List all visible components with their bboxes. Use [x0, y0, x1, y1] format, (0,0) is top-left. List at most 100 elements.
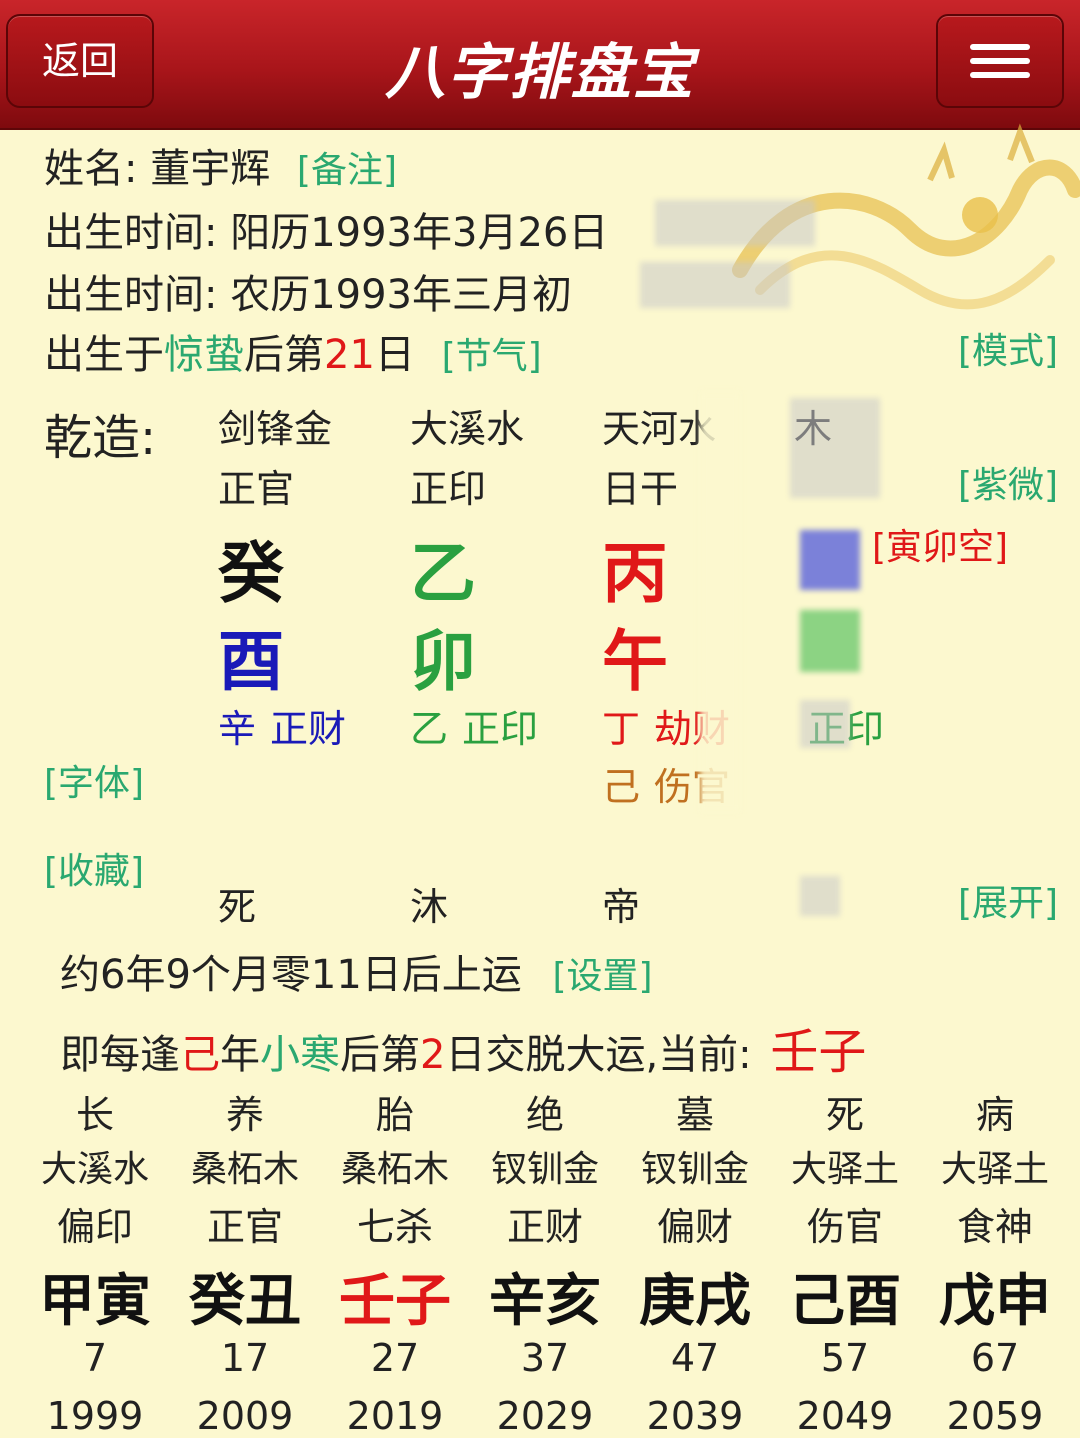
- dayun-ganzhi[interactable]: 辛亥: [470, 1256, 620, 1337]
- dayun-text-b: 己: [180, 1032, 220, 1078]
- name-value: 董宇辉: [150, 146, 271, 192]
- dayun-year: 2059: [946, 1394, 1044, 1438]
- redacted-block: [640, 262, 790, 308]
- born-day: 21: [324, 332, 375, 378]
- pillar-earthly-branch: 酉: [218, 623, 284, 700]
- dayun-text-a: 即每逢: [60, 1032, 180, 1078]
- name-label: 姓名:: [44, 146, 138, 192]
- dayun-ganzhi[interactable]: 戊申: [920, 1256, 1070, 1337]
- solar-term-row: 出生于惊蛰后第21日 [节气]: [44, 322, 542, 380]
- dayun-life-stage: 病: [975, 1093, 1014, 1137]
- kong-link[interactable]: [寅卯空]: [872, 518, 1008, 570]
- born-suffix: 日: [374, 332, 415, 378]
- dayun-ten-god: 偏印: [56, 1205, 133, 1249]
- mode-link[interactable]: [模式]: [958, 322, 1058, 374]
- expand-link[interactable]: [展开]: [958, 874, 1058, 926]
- pillar-nayin: 天河水: [602, 407, 717, 451]
- settings-link[interactable]: [设置]: [553, 956, 653, 997]
- dayun-age: 7: [82, 1336, 108, 1380]
- dayun-ten-god: 伤官: [806, 1205, 883, 1249]
- dayun-age: 47: [670, 1336, 720, 1380]
- redacted-block: [790, 398, 880, 498]
- back-button[interactable]: 返回: [6, 14, 154, 108]
- dayun-life-stage: 绝: [525, 1093, 564, 1137]
- pillar-ten-god: 正官: [218, 467, 295, 511]
- lunar-birth-row: 出生时间: 农历1993年三月初: [44, 262, 572, 320]
- dayun-start-row: 约6年9个月零11日后上运 [设置]: [60, 942, 653, 1000]
- dayun-ganzhi[interactable]: 癸丑: [170, 1256, 320, 1337]
- dayun-year: 2049: [796, 1394, 894, 1438]
- lunar-value: 农历1993年三月初: [230, 272, 572, 318]
- hidden-stem-char: 乙: [410, 707, 449, 751]
- redacted-block: [800, 700, 850, 748]
- current-dayun: 壬子: [770, 1024, 867, 1080]
- dayun-life-stage: 长: [75, 1093, 114, 1137]
- dayun-life-stage: 养: [225, 1093, 264, 1137]
- pillar-life-stage: 帝: [602, 885, 641, 929]
- pillar-heavenly-stem: 乙: [410, 535, 476, 612]
- redacted-block: [800, 530, 860, 590]
- pillar-life-stage: 死: [218, 885, 257, 929]
- dayun-year: 2009: [196, 1394, 294, 1438]
- dayun-ganzhi[interactable]: 甲寅: [20, 1256, 170, 1337]
- dayun-text-e: 后第: [340, 1032, 420, 1078]
- pillar-hidden-stem: 辛正财: [218, 698, 346, 753]
- hidden-stem-god: 正财: [270, 707, 347, 751]
- dayun-age: 37: [520, 1336, 570, 1380]
- redacted-block: [655, 200, 815, 246]
- dayun-nayin: 大溪水: [40, 1149, 149, 1190]
- dayun-ten-god: 食神: [956, 1205, 1033, 1249]
- dayun-year: 2019: [346, 1394, 444, 1438]
- dayun-ganzhi[interactable]: 庚戌: [620, 1256, 770, 1337]
- dayun-age: 57: [820, 1336, 870, 1380]
- dayun-start-text: 约6年9个月零11日后上运: [60, 952, 522, 998]
- dayun-nayin: 桑柘木: [190, 1149, 299, 1190]
- pillar-earthly-branch: 卯: [410, 623, 476, 700]
- redacted-block: [800, 610, 860, 672]
- ziwei-link[interactable]: [紫微]: [958, 456, 1058, 508]
- dayun-age: 17: [220, 1336, 270, 1380]
- dayun-life-stage: 死: [825, 1093, 864, 1137]
- dayun-year: 2039: [646, 1394, 744, 1438]
- pillar-earthly-branch: 午: [602, 623, 668, 700]
- dayun-nayin: 大驿土: [940, 1149, 1049, 1190]
- pillar-hidden-stem: 乙正印: [410, 698, 538, 753]
- top-bar: 返回 八字排盘宝: [0, 0, 1080, 130]
- dayun-ten-god: 七杀: [356, 1205, 433, 1249]
- hamburger-menu-icon[interactable]: [936, 14, 1064, 108]
- pillar-heavenly-stem: 丙: [602, 535, 668, 612]
- gender-label: 乾造:: [44, 410, 157, 466]
- solar-label: 出生时间:: [44, 210, 218, 256]
- pillar-ten-god: 正印: [410, 467, 487, 511]
- pillar-heavenly-stem: 癸: [218, 535, 284, 612]
- dayun-nayin: 钗钏金: [490, 1149, 599, 1190]
- pillar-nayin: 剑锋金: [218, 407, 333, 451]
- dayun-ten-god: 偏财: [656, 1205, 733, 1249]
- dayun-year: 1999: [46, 1394, 144, 1438]
- jieqi-link[interactable]: [节气]: [442, 336, 542, 377]
- remark-link[interactable]: [备注]: [297, 150, 397, 191]
- dayun-nayin: 钗钏金: [640, 1149, 749, 1190]
- font-link[interactable]: [字体]: [44, 754, 144, 806]
- dayun-ten-god: 正财: [506, 1205, 583, 1249]
- hidden-stem-char: 己: [602, 765, 641, 809]
- born-mid: 后第: [244, 332, 324, 378]
- redacted-block: [700, 392, 740, 812]
- dayun-nayin: 桑柘木: [340, 1149, 449, 1190]
- dayun-ganzhi[interactable]: 壬子: [320, 1256, 470, 1337]
- dayun-text-g: 日交脱大运,当前:: [445, 1032, 752, 1078]
- dayun-transition-row: 即每逢己年小寒后第2日交脱大运,当前: 壬子: [60, 1012, 866, 1082]
- solar-birth-row: 出生时间: 阳历1993年3月26日: [44, 200, 608, 258]
- app-title: 八字排盘宝: [385, 38, 695, 108]
- favorite-link[interactable]: [收藏]: [44, 842, 144, 894]
- dayun-life-stage: 胎: [375, 1093, 414, 1137]
- dayun-ten-god: 正官: [206, 1205, 283, 1249]
- name-row: 姓名: 董宇辉 [备注]: [44, 136, 397, 194]
- dayun-age: 67: [970, 1336, 1020, 1380]
- hidden-stem-char: 丁: [602, 707, 641, 751]
- pillar-life-stage: 沐: [410, 885, 449, 929]
- dayun-ganzhi[interactable]: 己酉: [770, 1256, 920, 1337]
- dayun-text-d: 小寒: [260, 1032, 340, 1078]
- dayun-nayin: 大驿土: [790, 1149, 899, 1190]
- solar-value: 阳历1993年3月26日: [230, 210, 609, 256]
